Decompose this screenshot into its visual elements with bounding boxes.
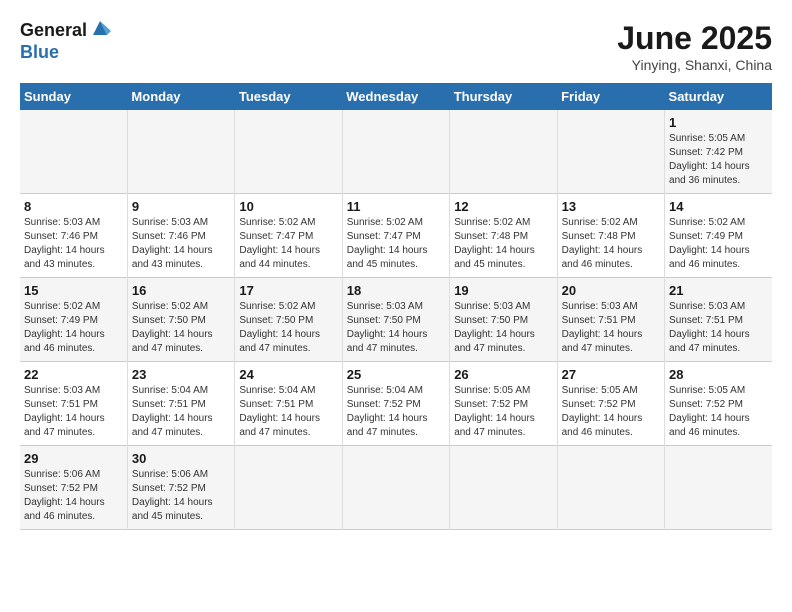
table-row: 26Sunrise: 5:05 AMSunset: 7:52 PMDayligh… xyxy=(450,362,557,446)
calendar-header-row: Sunday Monday Tuesday Wednesday Thursday… xyxy=(20,83,772,110)
table-row: 19Sunrise: 5:03 AMSunset: 7:50 PMDayligh… xyxy=(450,278,557,362)
table-row: 11Sunrise: 5:02 AMSunset: 7:47 PMDayligh… xyxy=(342,194,449,278)
table-row: 16Sunrise: 5:02 AMSunset: 7:50 PMDayligh… xyxy=(127,278,234,362)
table-row: 22Sunrise: 5:03 AMSunset: 7:51 PMDayligh… xyxy=(20,362,127,446)
logo-blue-text: Blue xyxy=(20,42,111,64)
table-row xyxy=(450,110,557,194)
table-row: 29Sunrise: 5:06 AMSunset: 7:52 PMDayligh… xyxy=(20,446,127,530)
calendar-week-row: 8Sunrise: 5:03 AMSunset: 7:46 PMDaylight… xyxy=(20,194,772,278)
calendar-title: June 2025 xyxy=(617,20,772,57)
page-header: General Blue June 2025 Yinying, Shanxi, … xyxy=(20,20,772,73)
calendar-subtitle: Yinying, Shanxi, China xyxy=(617,57,772,73)
table-row: 23Sunrise: 5:04 AMSunset: 7:51 PMDayligh… xyxy=(127,362,234,446)
table-row xyxy=(20,110,127,194)
col-tuesday: Tuesday xyxy=(235,83,342,110)
table-row: 15Sunrise: 5:02 AMSunset: 7:49 PMDayligh… xyxy=(20,278,127,362)
table-row: 10Sunrise: 5:02 AMSunset: 7:47 PMDayligh… xyxy=(235,194,342,278)
logo: General Blue xyxy=(20,20,111,63)
table-row: 20Sunrise: 5:03 AMSunset: 7:51 PMDayligh… xyxy=(557,278,664,362)
table-row: 27Sunrise: 5:05 AMSunset: 7:52 PMDayligh… xyxy=(557,362,664,446)
col-monday: Monday xyxy=(127,83,234,110)
table-row: 9Sunrise: 5:03 AMSunset: 7:46 PMDaylight… xyxy=(127,194,234,278)
table-row xyxy=(665,446,772,530)
table-row: 12Sunrise: 5:02 AMSunset: 7:48 PMDayligh… xyxy=(450,194,557,278)
table-row xyxy=(450,446,557,530)
title-block: June 2025 Yinying, Shanxi, China xyxy=(617,20,772,73)
logo-icon xyxy=(89,17,111,39)
col-wednesday: Wednesday xyxy=(342,83,449,110)
table-row: 14Sunrise: 5:02 AMSunset: 7:49 PMDayligh… xyxy=(665,194,772,278)
calendar-week-row: 1Sunrise: 5:05 AMSunset: 7:42 PMDaylight… xyxy=(20,110,772,194)
table-row: 13Sunrise: 5:02 AMSunset: 7:48 PMDayligh… xyxy=(557,194,664,278)
table-row: 18Sunrise: 5:03 AMSunset: 7:50 PMDayligh… xyxy=(342,278,449,362)
table-row: 21Sunrise: 5:03 AMSunset: 7:51 PMDayligh… xyxy=(665,278,772,362)
table-row xyxy=(342,110,449,194)
table-row xyxy=(235,446,342,530)
table-row: 30Sunrise: 5:06 AMSunset: 7:52 PMDayligh… xyxy=(127,446,234,530)
table-row: 28Sunrise: 5:05 AMSunset: 7:52 PMDayligh… xyxy=(665,362,772,446)
calendar-week-row: 22Sunrise: 5:03 AMSunset: 7:51 PMDayligh… xyxy=(20,362,772,446)
table-row xyxy=(127,110,234,194)
table-row: 24Sunrise: 5:04 AMSunset: 7:51 PMDayligh… xyxy=(235,362,342,446)
table-row xyxy=(342,446,449,530)
calendar-week-row: 29Sunrise: 5:06 AMSunset: 7:52 PMDayligh… xyxy=(20,446,772,530)
table-row: 25Sunrise: 5:04 AMSunset: 7:52 PMDayligh… xyxy=(342,362,449,446)
col-thursday: Thursday xyxy=(450,83,557,110)
table-row xyxy=(557,110,664,194)
calendar-week-row: 15Sunrise: 5:02 AMSunset: 7:49 PMDayligh… xyxy=(20,278,772,362)
table-row: 1Sunrise: 5:05 AMSunset: 7:42 PMDaylight… xyxy=(665,110,772,194)
col-friday: Friday xyxy=(557,83,664,110)
table-row: 8Sunrise: 5:03 AMSunset: 7:46 PMDaylight… xyxy=(20,194,127,278)
col-sunday: Sunday xyxy=(20,83,127,110)
logo-general-text: General xyxy=(20,20,87,42)
table-row: 17Sunrise: 5:02 AMSunset: 7:50 PMDayligh… xyxy=(235,278,342,362)
col-saturday: Saturday xyxy=(665,83,772,110)
table-row xyxy=(557,446,664,530)
calendar-table: Sunday Monday Tuesday Wednesday Thursday… xyxy=(20,83,772,530)
table-row xyxy=(235,110,342,194)
